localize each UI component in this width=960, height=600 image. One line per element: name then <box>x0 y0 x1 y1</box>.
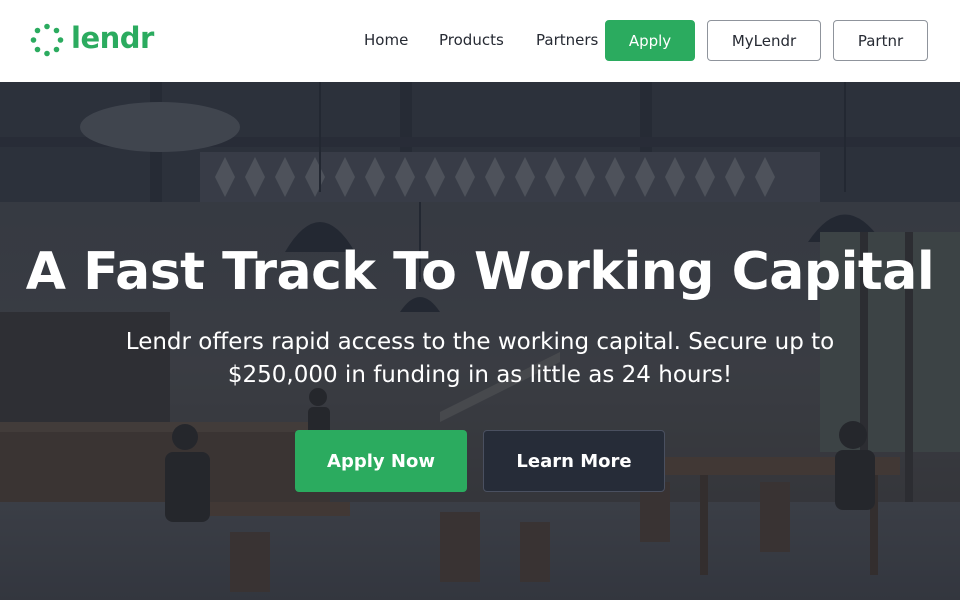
mylendr-button[interactable]: MyLendr <box>707 20 821 61</box>
nav-link-products[interactable]: Products <box>439 30 504 50</box>
partnr-button[interactable]: Partnr <box>833 20 928 61</box>
hero-subtitle: Lendr offers rapid access to the working… <box>125 329 835 388</box>
apply-button[interactable]: Apply <box>605 20 695 61</box>
nav-link-home[interactable]: Home <box>364 30 408 50</box>
brand-name: lendr <box>71 20 154 55</box>
hero-title: A Fast Track To Working Capital <box>25 242 935 302</box>
nav-link-partners[interactable]: Partners <box>536 30 598 50</box>
learn-more-button[interactable]: Learn More <box>483 430 665 492</box>
lendr-logo-icon <box>30 23 64 57</box>
top-navigation: lendr Home Products Partners Apply MyLen… <box>0 0 960 82</box>
hero-section: A Fast Track To Working Capital Lendr of… <box>0 82 960 600</box>
brand-logo[interactable]: lendr <box>30 22 154 58</box>
apply-now-button[interactable]: Apply Now <box>295 430 467 492</box>
